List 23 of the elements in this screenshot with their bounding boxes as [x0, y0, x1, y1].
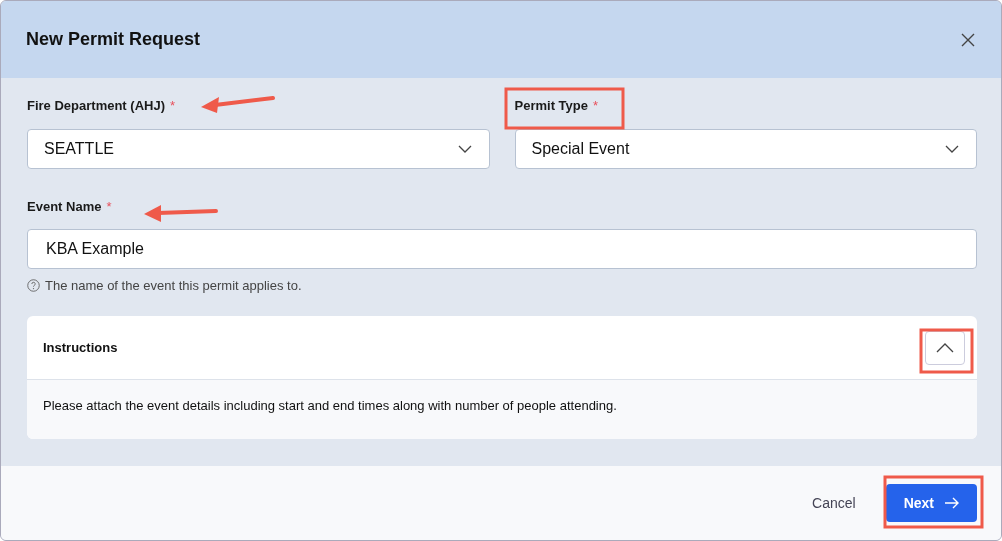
required-mark: * — [592, 98, 598, 113]
cancel-button[interactable]: Cancel — [806, 494, 862, 512]
help-icon — [27, 279, 40, 292]
help-text: The name of the event this permit applies to. — [45, 278, 302, 293]
instructions-text: Please attach the event details including start and end times along with number of people attending. — [43, 398, 617, 413]
input-field[interactable]: KBA Example — [27, 229, 977, 269]
collapse-button[interactable] — [925, 330, 965, 365]
close-icon — [961, 32, 975, 47]
dialog-title: New Permit Request — [26, 29, 201, 50]
field-label: Permit Type — [514, 98, 588, 113]
chevron-down-icon — [945, 145, 959, 153]
arrow-right-icon — [944, 497, 959, 509]
chevron-up-icon — [936, 342, 954, 353]
required-mark: * — [169, 98, 176, 113]
panel-title: Instructions — [43, 340, 118, 355]
field-label: Event Name — [27, 199, 102, 214]
chevron-down-icon — [457, 145, 472, 153]
next-button[interactable]: Next — [885, 484, 977, 522]
select-field[interactable]: SEATTLE — [27, 129, 490, 169]
field-label: Fire Department (AHJ) — [27, 98, 165, 113]
select-field[interactable]: Special Event — [514, 129, 977, 169]
highlight-box — [919, 328, 974, 374]
required-mark: * — [106, 199, 112, 214]
